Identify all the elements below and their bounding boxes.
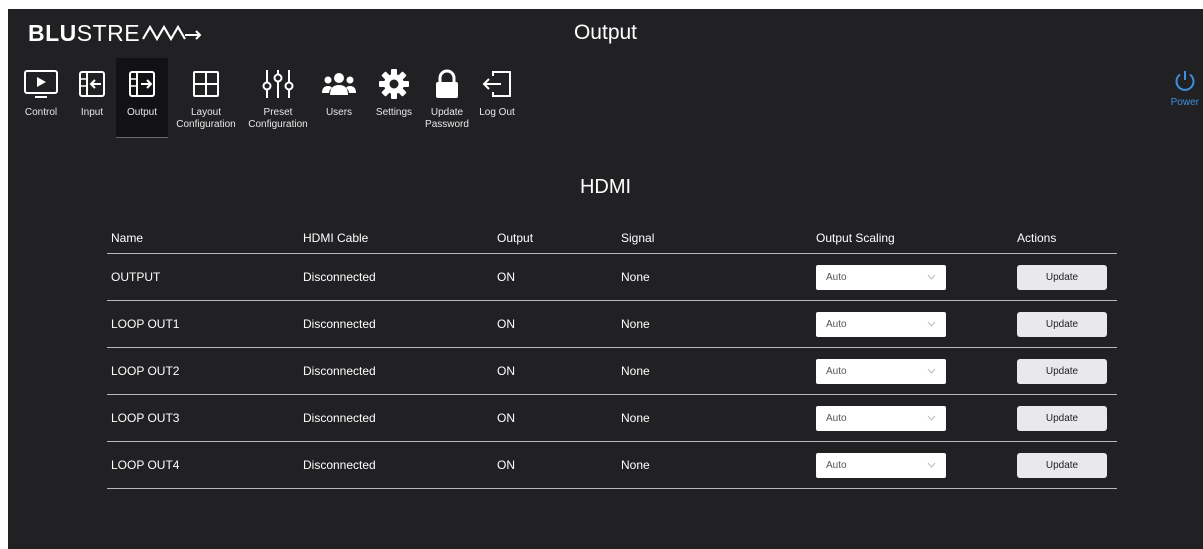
nav-item-label: Log Out (479, 107, 515, 118)
play-icon (21, 64, 61, 104)
actions-cell: Update (1017, 311, 1117, 337)
actions-cell: Update (1017, 358, 1117, 384)
gear-icon (374, 64, 414, 104)
output-state: ON (497, 458, 515, 472)
section-title: HDMI (579, 176, 632, 198)
logout-icon (477, 64, 517, 104)
nav-item-update-password[interactable]: Update Password (422, 58, 472, 146)
output-state: ON (497, 411, 515, 425)
nav-item-settings[interactable]: Settings (366, 58, 422, 146)
select-value: Auto (826, 365, 847, 377)
main-nav: Control Input Output Layout Configuratio… (14, 58, 522, 146)
select-value: Auto (826, 459, 847, 471)
actions-cell: Update (1017, 264, 1117, 290)
output-scaling-cell: Auto (816, 264, 1017, 290)
table-row: LOOP OUT2 Disconnected ON None Auto Upda… (107, 348, 1117, 395)
output-scaling-select[interactable]: Auto (816, 452, 946, 478)
lock-icon (427, 64, 467, 104)
signal-status: None (621, 270, 650, 284)
hdmi-cable-status: Disconnected (303, 270, 376, 284)
header-signal: Signal (621, 231, 655, 245)
chevron-down-icon (927, 368, 936, 374)
output-icon (122, 64, 162, 104)
table-row: LOOP OUT3 Disconnected ON None Auto Upda… (107, 395, 1117, 442)
header-name: Name (111, 231, 144, 245)
output-name: LOOP OUT2 (111, 364, 180, 378)
chevron-down-icon (927, 462, 936, 468)
nav-item-output[interactable]: Output (116, 58, 168, 138)
chevron-down-icon (927, 274, 936, 280)
output-table: Name HDMI Cable Output Signal Output Sca… (107, 223, 1117, 489)
chevron-down-icon (927, 321, 936, 327)
hdmi-cable-status: Disconnected (303, 317, 376, 331)
page-title: Output (573, 21, 638, 44)
nav-item-label: Layout Configuration (176, 107, 236, 130)
update-button[interactable]: Update (1017, 405, 1107, 431)
signal-status: None (621, 317, 650, 331)
power-label: Power (1170, 97, 1199, 108)
header-actions: Actions (1017, 231, 1057, 245)
output-scaling-select[interactable]: Auto (816, 405, 946, 431)
output-scaling-select[interactable]: Auto (816, 358, 946, 384)
signal-status: None (621, 364, 650, 378)
output-scaling-cell: Auto (816, 311, 1017, 337)
nav-item-input[interactable]: Input (68, 58, 116, 146)
update-button[interactable]: Update (1017, 264, 1107, 290)
nav-item-users[interactable]: Users (312, 58, 366, 146)
header-hdmi-cable: HDMI Cable (303, 231, 369, 245)
select-value: Auto (826, 318, 847, 330)
power-icon (1175, 71, 1195, 91)
users-icon (319, 64, 359, 104)
output-scaling-cell: Auto (816, 452, 1017, 478)
power-button[interactable]: Power (1171, 69, 1199, 108)
nav-item-preset-configuration[interactable]: Preset Configuration (244, 58, 312, 146)
nav-item-label: Preset Configuration (248, 107, 308, 130)
output-state: ON (497, 270, 515, 284)
output-scaling-select[interactable]: Auto (816, 264, 946, 290)
signal-status: None (621, 411, 650, 425)
header-output-scaling: Output Scaling (816, 231, 895, 245)
hdmi-cable-status: Disconnected (303, 411, 376, 425)
sliders-icon (258, 64, 298, 104)
table-row: LOOP OUT4 Disconnected ON None Auto Upda… (107, 442, 1117, 489)
output-scaling-cell: Auto (816, 358, 1017, 384)
nav-item-label: Settings (375, 107, 413, 118)
nav-item-log-out[interactable]: Log Out (472, 58, 522, 146)
nav-item-layout-configuration[interactable]: Layout Configuration (168, 58, 244, 146)
select-value: Auto (826, 271, 847, 283)
hdmi-cable-status: Disconnected (303, 364, 376, 378)
hdmi-cable-status: Disconnected (303, 458, 376, 472)
chevron-down-icon (927, 415, 936, 421)
actions-cell: Update (1017, 452, 1117, 478)
nav-item-control[interactable]: Control (14, 58, 68, 146)
output-name: LOOP OUT4 (111, 458, 180, 472)
actions-cell: Update (1017, 405, 1117, 431)
table-header: Name HDMI Cable Output Signal Output Sca… (107, 223, 1117, 254)
nav-item-label: Input (80, 107, 104, 118)
header-output: Output (497, 231, 534, 245)
nav-item-label: Control (24, 107, 58, 118)
update-button[interactable]: Update (1017, 311, 1107, 337)
nav-item-label: Users (325, 107, 353, 118)
select-value: Auto (826, 412, 847, 424)
output-scaling-cell: Auto (816, 405, 1017, 431)
table-row: LOOP OUT1 Disconnected ON None Auto Upda… (107, 301, 1117, 348)
input-icon (72, 64, 112, 104)
nav-item-label: Output (126, 107, 158, 118)
output-name: OUTPUT (111, 270, 161, 284)
update-button[interactable]: Update (1017, 358, 1107, 384)
output-scaling-select[interactable]: Auto (816, 311, 946, 337)
output-state: ON (497, 317, 515, 331)
output-name: LOOP OUT1 (111, 317, 180, 331)
signal-status: None (621, 458, 650, 472)
output-state: ON (497, 364, 515, 378)
output-name: LOOP OUT3 (111, 411, 180, 425)
table-row: OUTPUT Disconnected ON None Auto Update (107, 254, 1117, 301)
update-button[interactable]: Update (1017, 452, 1107, 478)
nav-item-label: Update Password (425, 107, 469, 130)
app-window: BLUSTRE Output Control Input Output Layo… (8, 9, 1203, 549)
layout-grid-icon (186, 64, 226, 104)
